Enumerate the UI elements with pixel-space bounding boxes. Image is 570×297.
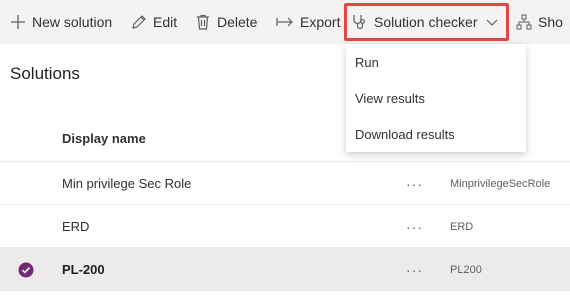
plus-icon <box>10 14 26 30</box>
row-display-name[interactable]: PL-200 <box>62 248 105 291</box>
show-label: Sho <box>538 14 563 30</box>
menu-item-download-results[interactable]: Download results <box>346 116 526 152</box>
table-row[interactable]: ERD ··· ERD <box>0 205 570 248</box>
row-unique-name: ERD <box>450 220 474 233</box>
pencil-icon <box>131 14 147 30</box>
edit-label: Edit <box>153 14 178 30</box>
table-row[interactable]: Min privilege Sec Role ··· MinprivilegeS… <box>0 162 570 205</box>
table-row-selected[interactable]: PL-200 ··· PL200 <box>0 248 570 291</box>
row-unique-name: PL200 <box>450 263 482 276</box>
row-display-name[interactable]: ERD <box>62 205 89 248</box>
hierarchy-icon <box>516 14 532 30</box>
more-options-button[interactable]: ··· <box>406 162 423 205</box>
page-title: Solutions <box>10 64 80 83</box>
solution-checker-highlight <box>344 3 509 41</box>
trash-icon <box>195 14 211 30</box>
row-display-name[interactable]: Min privilege Sec Role <box>62 162 191 205</box>
show-dependencies-button[interactable]: Sho <box>516 0 563 44</box>
new-solution-button[interactable]: New solution <box>10 0 112 44</box>
export-label: Export <box>300 14 341 30</box>
row-unique-name: MinprivilegeSecRole <box>450 177 551 190</box>
solution-checker-menu: Run View results Download results <box>346 44 526 152</box>
delete-button[interactable]: Delete <box>195 0 257 44</box>
menu-item-view-results[interactable]: View results <box>346 80 526 116</box>
check-circle-icon[interactable] <box>18 262 34 278</box>
export-button[interactable]: Export <box>276 0 340 44</box>
new-solution-label: New solution <box>32 14 113 30</box>
more-options-button[interactable]: ··· <box>406 205 423 248</box>
arrow-right-icon <box>276 14 294 30</box>
edit-button[interactable]: Edit <box>131 0 177 44</box>
delete-label: Delete <box>217 14 258 30</box>
more-options-button[interactable]: ··· <box>406 248 423 291</box>
menu-item-run[interactable]: Run <box>346 44 526 80</box>
column-header-display-name[interactable]: Display name <box>62 131 146 146</box>
